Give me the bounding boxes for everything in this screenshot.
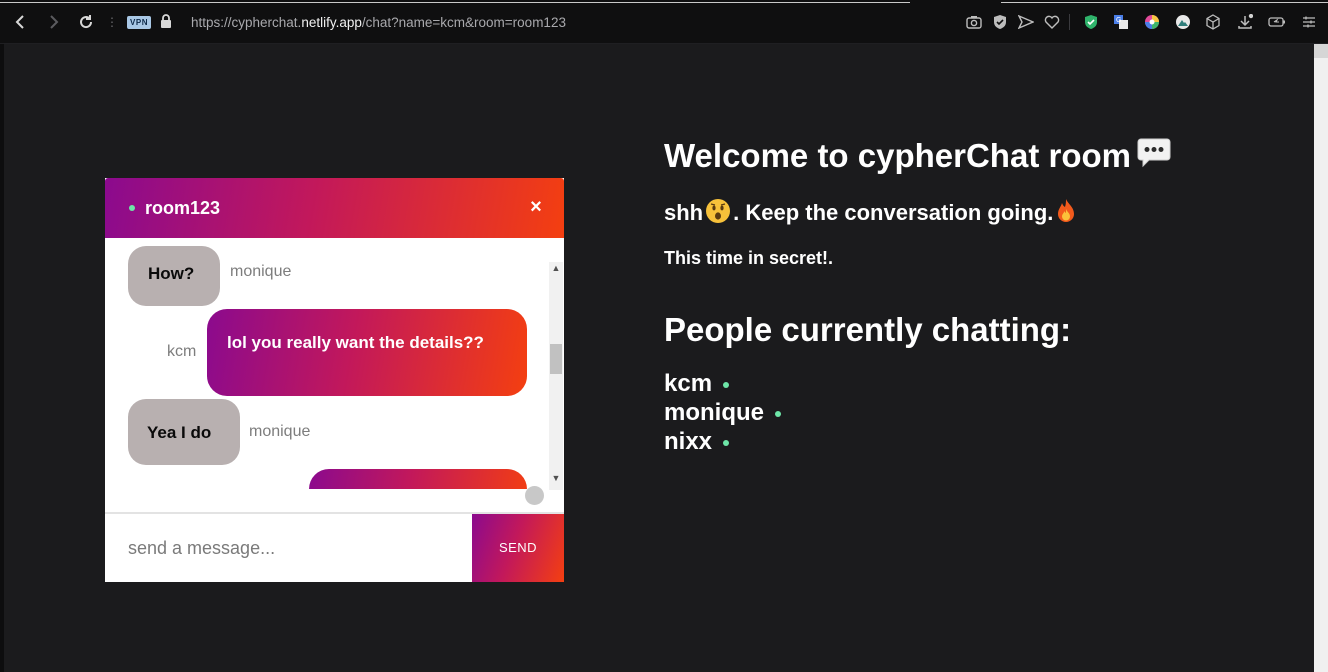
- url-host: netlify.app: [301, 15, 362, 30]
- translate-icon[interactable]: G: [1112, 13, 1130, 31]
- adblock-shield-icon[interactable]: [1082, 13, 1100, 31]
- url-path: /chat?name=kcm&room=room123: [361, 15, 566, 30]
- chat-header: room123 ×: [105, 178, 564, 238]
- person-item: kcm: [664, 369, 781, 398]
- toolbar-divider: [1069, 14, 1070, 30]
- vpn-badge[interactable]: VPN: [127, 16, 151, 29]
- address-bar[interactable]: https://cypherchat.netlify.app/chat?name…: [191, 14, 566, 32]
- message-list-fade: [105, 489, 549, 490]
- person-item: monique: [664, 398, 781, 427]
- toolbar-separator: ⋮: [106, 15, 118, 29]
- people-list: kcm monique nixx: [664, 369, 781, 456]
- page-scrollbar[interactable]: [1314, 44, 1328, 672]
- secret-subtitle: This time in secret!.: [664, 248, 834, 268]
- color-picker-icon[interactable]: [1143, 13, 1161, 31]
- reload-icon[interactable]: [76, 12, 96, 32]
- cube-icon[interactable]: [1204, 13, 1222, 31]
- svg-text:G: G: [1116, 17, 1121, 24]
- tagline: shh . Keep the conversation going.: [664, 198, 1077, 232]
- message-input[interactable]: [105, 514, 472, 582]
- person-name: nixx: [664, 428, 713, 455]
- close-button[interactable]: ×: [527, 196, 545, 218]
- message-bubble-sent: lol you really want the details??: [207, 309, 527, 396]
- chat-window: room123 × How? monique kcm lol you reall…: [105, 178, 564, 582]
- message-sender: kcm: [167, 343, 197, 360]
- person-name: monique: [664, 399, 764, 426]
- camera-icon[interactable]: [965, 13, 983, 31]
- page-scrollbar-thumb[interactable]: [1314, 44, 1328, 58]
- mountain-icon[interactable]: [1174, 13, 1192, 31]
- message-scrollbar[interactable]: ▲ ▼: [549, 262, 563, 490]
- forward-icon[interactable]: [43, 12, 63, 32]
- browser-toolbar: ⋮ VPN https://cypherchat.netlify.app/cha…: [0, 0, 1328, 44]
- battery-icon[interactable]: [1268, 13, 1286, 31]
- send-icon[interactable]: [1017, 13, 1035, 31]
- tab-indicator: [1001, 0, 1328, 3]
- fire-icon: [1055, 198, 1077, 232]
- composer: [105, 514, 472, 582]
- message-bubble-sent: [309, 469, 527, 490]
- welcome-heading: Welcome to cypherChat room: [664, 136, 1171, 178]
- online-indicator: [723, 381, 730, 388]
- message-list[interactable]: How? monique kcm lol you really want the…: [105, 238, 564, 490]
- tab-indicator: [0, 0, 910, 3]
- hushed-face-icon: [705, 198, 731, 232]
- online-indicator: [723, 439, 730, 446]
- welcome-title: Welcome to cypherChat room: [664, 137, 1131, 174]
- lock-icon[interactable]: [160, 14, 172, 28]
- online-indicator: [129, 205, 135, 211]
- tagline-prefix: shh: [664, 200, 704, 225]
- url-prefix: https://cypherchat.: [191, 15, 302, 30]
- heart-icon[interactable]: [1043, 13, 1061, 31]
- message-scrollbar-thumb[interactable]: [550, 344, 562, 374]
- download-icon[interactable]: [1236, 13, 1254, 31]
- send-button[interactable]: SEND: [472, 514, 564, 582]
- tagline-suffix: . Keep the conversation going.: [733, 200, 1054, 225]
- scroll-up-icon[interactable]: ▲: [549, 262, 563, 274]
- people-heading: People currently chatting:: [664, 311, 1072, 348]
- message-bubble-received: How?: [128, 246, 220, 306]
- menu-icon[interactable]: [1300, 13, 1318, 31]
- speech-bubble-icon: [1137, 137, 1171, 178]
- back-icon[interactable]: [11, 12, 31, 32]
- person-item: nixx: [664, 427, 781, 456]
- person-name: kcm: [664, 370, 713, 397]
- room-name: room123: [145, 198, 221, 218]
- scroll-to-bottom-button[interactable]: [525, 486, 544, 505]
- message-sender: monique: [230, 263, 292, 280]
- shield-icon[interactable]: [991, 13, 1009, 31]
- online-indicator: [775, 410, 781, 417]
- message-bubble-received: Yea I do: [128, 399, 240, 465]
- scroll-down-icon[interactable]: ▼: [549, 472, 563, 484]
- message-sender: monique: [249, 423, 311, 440]
